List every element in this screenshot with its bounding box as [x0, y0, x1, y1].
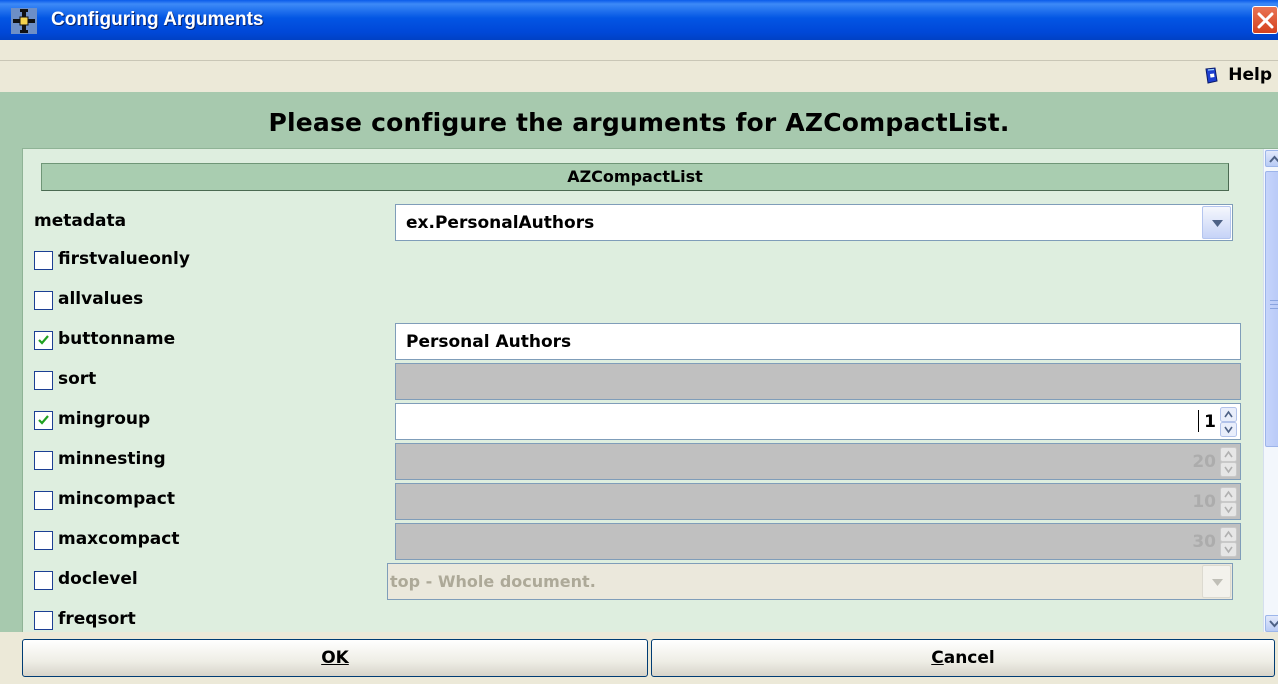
arg-label-firstvalueonly: firstvalueonly [58, 249, 190, 269]
sort-checkbox[interactable] [34, 371, 53, 390]
arg-row-maxcompact: maxcompact 30 [23, 523, 1243, 560]
mingroup-value: 1 [1204, 412, 1216, 432]
doclevel-select: top - Whole document. [387, 563, 1233, 600]
buttonname-checkbox[interactable] [34, 331, 53, 350]
minnesting-spin-buttons [1220, 447, 1237, 477]
text-caret [1198, 410, 1199, 432]
vertical-scrollbar[interactable] [1263, 149, 1278, 632]
arg-row-freqsort: freqsort [23, 603, 1243, 632]
chevron-down-icon [1212, 579, 1223, 586]
mingroup-spinner[interactable]: 1 [395, 403, 1241, 440]
spin-arrows-icon [1220, 447, 1237, 477]
metadata-select[interactable]: ex.PersonalAuthors [395, 204, 1233, 241]
scroll-down-button[interactable] [1265, 615, 1278, 632]
help-menu[interactable]: Help [1203, 65, 1272, 85]
help-book-icon [1205, 66, 1218, 84]
mincompact-value: 10 [1192, 492, 1216, 512]
mincompact-spin-buttons [1220, 487, 1237, 517]
doclevel-dropdown-button [1202, 565, 1231, 598]
arg-row-mingroup: mingroup 1 [23, 403, 1243, 440]
arg-label-allvalues: allvalues [58, 289, 144, 309]
window-title: Configuring Arguments [51, 9, 264, 30]
arg-row-allvalues: allvalues [23, 283, 1243, 319]
section-header: AZCompactList [41, 163, 1229, 191]
doclevel-value: top - Whole document. [390, 572, 596, 591]
arg-row-firstvalueonly: firstvalueonly [23, 243, 1243, 279]
arguments-panel: AZCompactList metadata ex.PersonalAuthor… [22, 148, 1278, 632]
metadata-dropdown-button[interactable] [1202, 206, 1231, 239]
cancel-button[interactable]: Cancel [651, 639, 1275, 677]
spin-arrows-icon [1220, 527, 1237, 557]
arg-label-mincompact: mincompact [58, 489, 175, 509]
maxcompact-spin-buttons [1220, 527, 1237, 557]
minnesting-value: 20 [1192, 452, 1216, 472]
prompt-heading: Please configure the arguments for AZCom… [268, 108, 1010, 137]
arg-row-minnesting: minnesting 20 [23, 443, 1243, 480]
doclevel-checkbox[interactable] [34, 571, 53, 590]
cancel-label: Cancel [931, 648, 995, 668]
mincompact-checkbox[interactable] [34, 491, 53, 510]
firstvalueonly-checkbox[interactable] [34, 251, 53, 270]
spin-arrows-icon [1220, 407, 1237, 437]
arg-label-sort: sort [58, 369, 97, 389]
arg-row-mincompact: mincompact 10 [23, 483, 1243, 520]
arg-row-doclevel: doclevel top - Whole document. [23, 563, 1243, 600]
ok-label: OK [321, 648, 349, 668]
buttonname-value: Personal Authors [406, 332, 572, 352]
maxcompact-value: 30 [1192, 532, 1216, 552]
grip-icon [1270, 300, 1278, 309]
mingroup-checkbox[interactable] [34, 411, 53, 430]
mingroup-spin-buttons[interactable] [1220, 407, 1237, 437]
freqsort-checkbox[interactable] [34, 611, 53, 630]
mincompact-spinner: 10 [395, 483, 1241, 520]
title-bar: Configuring Arguments [0, 0, 1278, 40]
chevron-down-icon [1269, 620, 1278, 628]
help-label: Help [1228, 65, 1272, 85]
scrollbar-thumb[interactable] [1265, 171, 1278, 447]
spin-arrows-icon [1220, 487, 1237, 517]
menu-bar: Help [0, 60, 1278, 90]
dialog-body: Please configure the arguments for AZCom… [0, 92, 1278, 632]
sort-input [395, 363, 1241, 400]
arg-label-doclevel: doclevel [58, 569, 138, 589]
close-icon [1257, 12, 1274, 29]
buttonname-input[interactable]: Personal Authors [395, 323, 1241, 360]
minnesting-checkbox[interactable] [34, 451, 53, 470]
arg-label-freqsort: freqsort [58, 609, 136, 629]
arg-label-metadata: metadata [34, 211, 127, 231]
arg-row-metadata: metadata ex.PersonalAuthors [23, 204, 1243, 241]
button-bar: OK Cancel [0, 632, 1278, 684]
app-icon [11, 8, 37, 34]
minnesting-spinner: 20 [395, 443, 1241, 480]
arg-label-mingroup: mingroup [58, 409, 151, 429]
scroll-up-button[interactable] [1265, 150, 1278, 167]
maxcompact-checkbox[interactable] [34, 531, 53, 550]
arg-label-minnesting: minnesting [58, 449, 166, 469]
checkmark-icon [38, 415, 49, 425]
ok-button[interactable]: OK [22, 639, 648, 677]
maxcompact-spinner: 30 [395, 523, 1241, 560]
chevron-up-icon [1269, 155, 1278, 163]
chevron-down-icon [1212, 220, 1223, 227]
allvalues-checkbox[interactable] [34, 291, 53, 310]
arg-row-buttonname: buttonname Personal Authors [23, 323, 1243, 360]
arg-label-maxcompact: maxcompact [58, 529, 180, 549]
close-button[interactable] [1252, 6, 1278, 34]
arg-row-sort: sort [23, 363, 1243, 400]
metadata-value: ex.PersonalAuthors [406, 213, 595, 233]
arg-label-buttonname: buttonname [58, 329, 176, 349]
checkmark-icon [38, 335, 49, 345]
